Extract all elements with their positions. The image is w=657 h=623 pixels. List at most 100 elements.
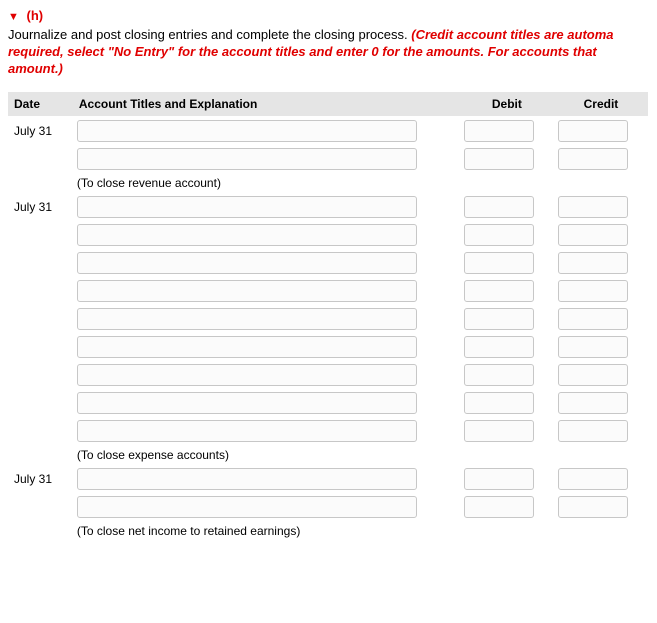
empty-cell: [8, 521, 73, 541]
credit-cell: [554, 305, 648, 333]
acct-cell: [73, 417, 460, 445]
acct-cell: [73, 193, 460, 221]
credit-cell: [554, 333, 648, 361]
date-cell: [8, 249, 73, 277]
debit-cell: [460, 417, 554, 445]
date-cell: July 31: [8, 193, 73, 221]
date-cell: [8, 145, 73, 173]
collapse-triangle-icon[interactable]: ▼: [8, 11, 19, 23]
account-title-input[interactable]: [77, 148, 417, 170]
table-row: [8, 493, 648, 521]
col-acct-header: Account Titles and Explanation: [73, 92, 460, 117]
debit-cell: [460, 116, 554, 145]
explanation-row: (To close expense accounts): [8, 445, 648, 465]
acct-cell: [73, 305, 460, 333]
debit-cell: [460, 221, 554, 249]
col-date-header: Date: [8, 92, 73, 117]
debit-cell: [460, 249, 554, 277]
credit-cell: [554, 417, 648, 445]
table-row: July 31: [8, 193, 648, 221]
acct-cell: [73, 145, 460, 173]
account-title-input[interactable]: [77, 280, 417, 302]
account-title-input[interactable]: [77, 420, 417, 442]
credit-cell: [554, 249, 648, 277]
acct-cell: [73, 389, 460, 417]
debit-cell: [460, 389, 554, 417]
date-cell: [8, 221, 73, 249]
credit-input[interactable]: [558, 308, 628, 330]
debit-input[interactable]: [464, 420, 534, 442]
account-title-input[interactable]: [77, 392, 417, 414]
debit-input[interactable]: [464, 196, 534, 218]
table-row: [8, 417, 648, 445]
account-title-input[interactable]: [77, 252, 417, 274]
debit-input[interactable]: [464, 468, 534, 490]
instructions: Journalize and post closing entries and …: [8, 27, 649, 78]
credit-input[interactable]: [558, 468, 628, 490]
debit-cell: [460, 333, 554, 361]
credit-input[interactable]: [558, 496, 628, 518]
debit-cell: [460, 305, 554, 333]
credit-input[interactable]: [558, 196, 628, 218]
account-title-input[interactable]: [77, 336, 417, 358]
credit-input[interactable]: [558, 392, 628, 414]
date-cell: [8, 493, 73, 521]
account-title-input[interactable]: [77, 468, 417, 490]
credit-input[interactable]: [558, 252, 628, 274]
credit-cell: [554, 193, 648, 221]
explanation-row: (To close net income to retained earning…: [8, 521, 648, 541]
account-title-input[interactable]: [77, 496, 417, 518]
empty-cell: [8, 445, 73, 465]
credit-cell: [554, 145, 648, 173]
account-title-input[interactable]: [77, 364, 417, 386]
debit-cell: [460, 277, 554, 305]
debit-input[interactable]: [464, 364, 534, 386]
debit-input[interactable]: [464, 252, 534, 274]
date-cell: [8, 277, 73, 305]
debit-cell: [460, 493, 554, 521]
date-cell: [8, 389, 73, 417]
table-row: [8, 277, 648, 305]
account-title-input[interactable]: [77, 120, 417, 142]
credit-cell: [554, 361, 648, 389]
debit-input[interactable]: [464, 392, 534, 414]
debit-input[interactable]: [464, 120, 534, 142]
acct-cell: [73, 249, 460, 277]
date-cell: July 31: [8, 116, 73, 145]
acct-cell: [73, 465, 460, 493]
table-row: [8, 389, 648, 417]
credit-input[interactable]: [558, 148, 628, 170]
date-cell: July 31: [8, 465, 73, 493]
credit-input[interactable]: [558, 224, 628, 246]
table-row: July 31: [8, 116, 648, 145]
debit-input[interactable]: [464, 308, 534, 330]
debit-input[interactable]: [464, 496, 534, 518]
debit-input[interactable]: [464, 280, 534, 302]
explanation-row: (To close revenue account): [8, 173, 648, 193]
acct-cell: [73, 493, 460, 521]
table-row: [8, 221, 648, 249]
credit-cell: [554, 389, 648, 417]
account-title-input[interactable]: [77, 308, 417, 330]
credit-input[interactable]: [558, 364, 628, 386]
acct-cell: [73, 333, 460, 361]
debit-cell: [460, 145, 554, 173]
debit-input[interactable]: [464, 148, 534, 170]
col-debit-header: Debit: [460, 92, 554, 117]
debit-cell: [460, 361, 554, 389]
debit-input[interactable]: [464, 224, 534, 246]
debit-cell: [460, 465, 554, 493]
debit-input[interactable]: [464, 336, 534, 358]
account-title-input[interactable]: [77, 224, 417, 246]
section-header: ▼ (h): [8, 8, 649, 23]
credit-input[interactable]: [558, 336, 628, 358]
credit-input[interactable]: [558, 120, 628, 142]
table-row: July 31: [8, 465, 648, 493]
credit-input[interactable]: [558, 280, 628, 302]
table-row: [8, 249, 648, 277]
credit-input[interactable]: [558, 420, 628, 442]
credit-cell: [554, 277, 648, 305]
account-title-input[interactable]: [77, 196, 417, 218]
section-label: (h): [27, 8, 44, 23]
col-credit-header: Credit: [554, 92, 648, 117]
